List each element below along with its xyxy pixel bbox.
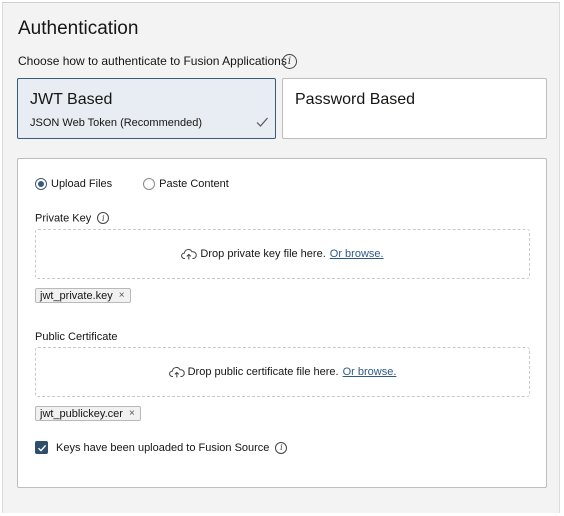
info-icon[interactable]: i: [97, 212, 110, 224]
close-icon[interactable]: ×: [119, 290, 125, 301]
check-icon: [256, 117, 268, 127]
public-certificate-dropzone[interactable]: Drop public certificate file here. Or br…: [35, 347, 530, 397]
public-certificate-file-chip: jwt_publickey.cer ×: [35, 406, 141, 421]
info-icon[interactable]: i: [282, 54, 297, 69]
keys-uploaded-label: Keys have been uploaded to Fusion Source: [56, 441, 270, 454]
radio-label: Paste Content: [159, 178, 229, 190]
close-icon[interactable]: ×: [129, 408, 135, 419]
info-icon[interactable]: i: [275, 441, 288, 454]
keys-uploaded-checkbox[interactable]: [35, 441, 48, 454]
browse-link[interactable]: Or browse.: [343, 366, 397, 378]
radio-paste-content[interactable]: Paste Content: [143, 178, 229, 190]
private-key-dropzone[interactable]: Drop private key file here. Or browse.: [35, 229, 530, 279]
radio-label: Upload Files: [51, 178, 113, 190]
upload-form: Upload Files Paste Content Private Key i …: [17, 158, 547, 488]
private-key-label: Private Key i: [35, 212, 110, 225]
password-option-title: Password Based: [295, 91, 416, 108]
radio-button[interactable]: [35, 178, 47, 190]
file-name: jwt_private.key: [40, 289, 113, 302]
checkbox-check-icon: [37, 444, 46, 452]
password-based-option[interactable]: Password Based: [282, 78, 547, 139]
upload-cloud-icon: [181, 249, 198, 260]
authentication-panel: Authentication Choose how to authenticat…: [2, 2, 560, 513]
page-title: Authentication: [18, 18, 139, 39]
dropzone-text: Drop private key file here.: [200, 248, 326, 260]
jwt-based-option[interactable]: JWT Based JSON Web Token (Recommended): [17, 78, 276, 139]
browse-link[interactable]: Or browse.: [330, 248, 384, 260]
upload-cloud-icon: [168, 367, 185, 378]
jwt-option-subtitle: JSON Web Token (Recommended): [30, 117, 202, 129]
auth-subtitle: Choose how to authenticate to Fusion App…: [18, 54, 287, 68]
private-key-label-text: Private Key: [35, 212, 92, 225]
radio-button[interactable]: [143, 178, 156, 190]
radio-upload-files[interactable]: Upload Files: [35, 178, 112, 190]
dropzone-text: Drop public certificate file here.: [187, 366, 339, 378]
jwt-option-title: JWT Based: [30, 91, 113, 108]
keys-uploaded-checkbox-row[interactable]: Keys have been uploaded to Fusion Source…: [35, 441, 288, 454]
file-name: jwt_publickey.cer: [40, 407, 123, 420]
input-mode-radio-group: Upload Files Paste Content: [35, 178, 229, 190]
public-certificate-label: Public Certificate: [35, 331, 118, 343]
private-key-file-chip: jwt_private.key ×: [35, 288, 131, 303]
